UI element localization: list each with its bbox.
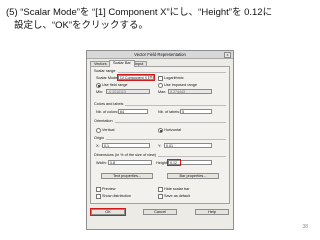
vector-field-dialog: Vector Field Representation x Vectors Sc…	[86, 50, 234, 230]
origin-x-label: X:	[96, 144, 100, 148]
min-label: Min:	[96, 90, 104, 94]
origin-group: Origin X: 0.1 Y: 0.01	[94, 136, 226, 152]
use-imposed-range-radio[interactable]	[158, 83, 163, 88]
preview-label: Preview	[102, 187, 116, 191]
close-icon[interactable]: x	[224, 52, 231, 58]
logarithmic-checkbox[interactable]	[158, 76, 163, 81]
nb-labels-label: Nb. of labels:	[158, 110, 181, 114]
orientation-group: Orientation Vertical Horizontal	[94, 119, 226, 135]
width-label: Width:	[96, 161, 107, 165]
use-field-range-label: Use field range	[102, 83, 128, 87]
hide-scalar-bar-label: Hide scalar bar	[164, 187, 190, 191]
orientation-title: Orientation	[94, 119, 115, 123]
colors-labels-title: Colors and labels	[94, 102, 126, 106]
max-label: Max:	[158, 90, 167, 94]
height-highlight	[167, 159, 181, 166]
save-as-default-checkbox[interactable]	[158, 194, 163, 199]
dialog-titlebar: Vector Field Representation x	[87, 51, 233, 59]
show-distribution-label: Show distribution	[102, 194, 131, 198]
min-field[interactable]: -0.2010113	[106, 89, 150, 94]
scalar-range-title: Scalar range	[94, 69, 118, 73]
hide-scalar-bar-checkbox[interactable]	[158, 187, 163, 192]
nb-labels-field[interactable]: 5	[180, 109, 212, 114]
show-distribution-checkbox[interactable]	[96, 194, 101, 199]
instruction-text: (5) “Scalar Mode”を “[1] Component X”にし、“…	[6, 7, 316, 32]
scalar-bar-panel: Scalar range Scalar Mode: [1] Component …	[90, 66, 230, 204]
preview-checkbox[interactable]	[96, 187, 101, 192]
dimensions-title: Dimensions (in % of the size of view)	[94, 153, 159, 157]
cancel-button[interactable]: Cancel	[143, 209, 177, 215]
help-button[interactable]: Help	[195, 209, 229, 215]
ok-highlight	[90, 208, 126, 216]
tab-scalar-bar[interactable]: Scalar Bar	[109, 60, 135, 67]
logarithmic-label: Logarithmic	[164, 76, 184, 80]
width-field[interactable]: 0.8	[108, 160, 152, 165]
instruction-line-1: (5) “Scalar Mode”を “[1] Component X”にし、“…	[6, 7, 273, 18]
nb-colors-field[interactable]: 64	[118, 109, 148, 114]
vertical-radio[interactable]	[96, 128, 101, 133]
horizontal-label: Horizontal	[164, 128, 182, 132]
origin-title: Origin	[94, 136, 107, 140]
dialog-title: Vector Field Representation	[134, 52, 186, 57]
nb-colors-label: Nb. of colors:	[96, 110, 119, 114]
use-imposed-range-label: Use imposed range	[164, 83, 197, 87]
scalar-mode-highlight	[117, 74, 155, 81]
origin-y-label: Y:	[158, 144, 162, 148]
colors-labels-group: Colors and labels Nb. of colors: 64 Nb. …	[94, 102, 226, 118]
horizontal-radio[interactable]	[158, 128, 163, 133]
scalar-range-group: Scalar range Scalar Mode: [1] Component …	[94, 69, 226, 101]
use-field-range-radio[interactable]	[96, 83, 101, 88]
dimensions-group: Dimensions (in % of the size of view) Wi…	[94, 153, 226, 169]
origin-x-field[interactable]: 0.1	[102, 143, 150, 148]
bar-properties-button[interactable]: Bar properties...	[167, 173, 219, 179]
page-number: 38	[302, 224, 308, 230]
text-properties-button[interactable]: Text properties...	[101, 173, 153, 179]
save-as-default-label: Save as default	[164, 194, 191, 198]
max-field[interactable]: 0.274443	[168, 89, 212, 94]
scalar-mode-label: Scalar Mode:	[96, 76, 119, 80]
instruction-line-2: 設定し、“OK”をクリックする。	[14, 19, 149, 31]
origin-y-field[interactable]: 0.01	[164, 143, 212, 148]
vertical-label: Vertical	[102, 128, 115, 132]
